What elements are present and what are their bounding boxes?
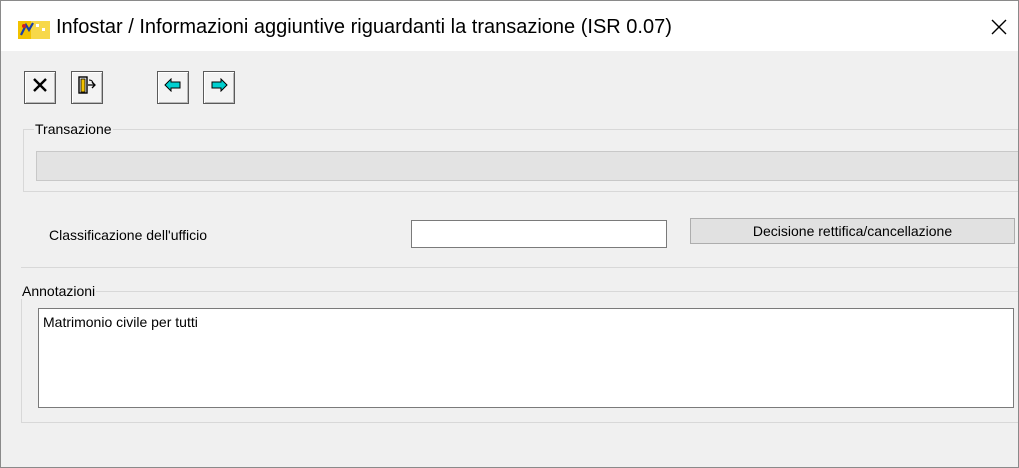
decisione-rettifica-button[interactable]: Decisione rettifica/cancellazione — [690, 218, 1015, 244]
infostar-app-icon — [18, 21, 50, 39]
title-bar[interactable]: Infostar / Informazioni aggiuntive rigua… — [1, 1, 1018, 51]
transazione-legend: Transazione — [34, 121, 113, 137]
separator — [21, 267, 1018, 268]
transazione-field — [36, 151, 1018, 181]
exit-door-icon — [77, 75, 97, 100]
dialog-window: Infostar / Informazioni aggiuntive rigua… — [0, 0, 1019, 468]
annotazioni-legend: Annotazioni — [21, 283, 97, 299]
cancel-button[interactable] — [24, 71, 56, 104]
arrow-right-icon — [210, 77, 228, 97]
next-button[interactable] — [203, 71, 235, 104]
window-title: Infostar / Informazioni aggiuntive rigua… — [56, 16, 672, 38]
close-icon[interactable] — [987, 15, 1011, 39]
classificazione-label: Classificazione dell'ufficio — [49, 227, 208, 243]
previous-button[interactable] — [157, 71, 189, 104]
exit-button[interactable] — [71, 71, 103, 104]
x-icon — [31, 76, 49, 99]
annotazioni-textarea[interactable]: Matrimonio civile per tutti — [38, 308, 1014, 408]
toolbar — [1, 51, 1018, 119]
classificazione-input[interactable] — [411, 220, 667, 248]
arrow-left-icon — [164, 77, 182, 97]
